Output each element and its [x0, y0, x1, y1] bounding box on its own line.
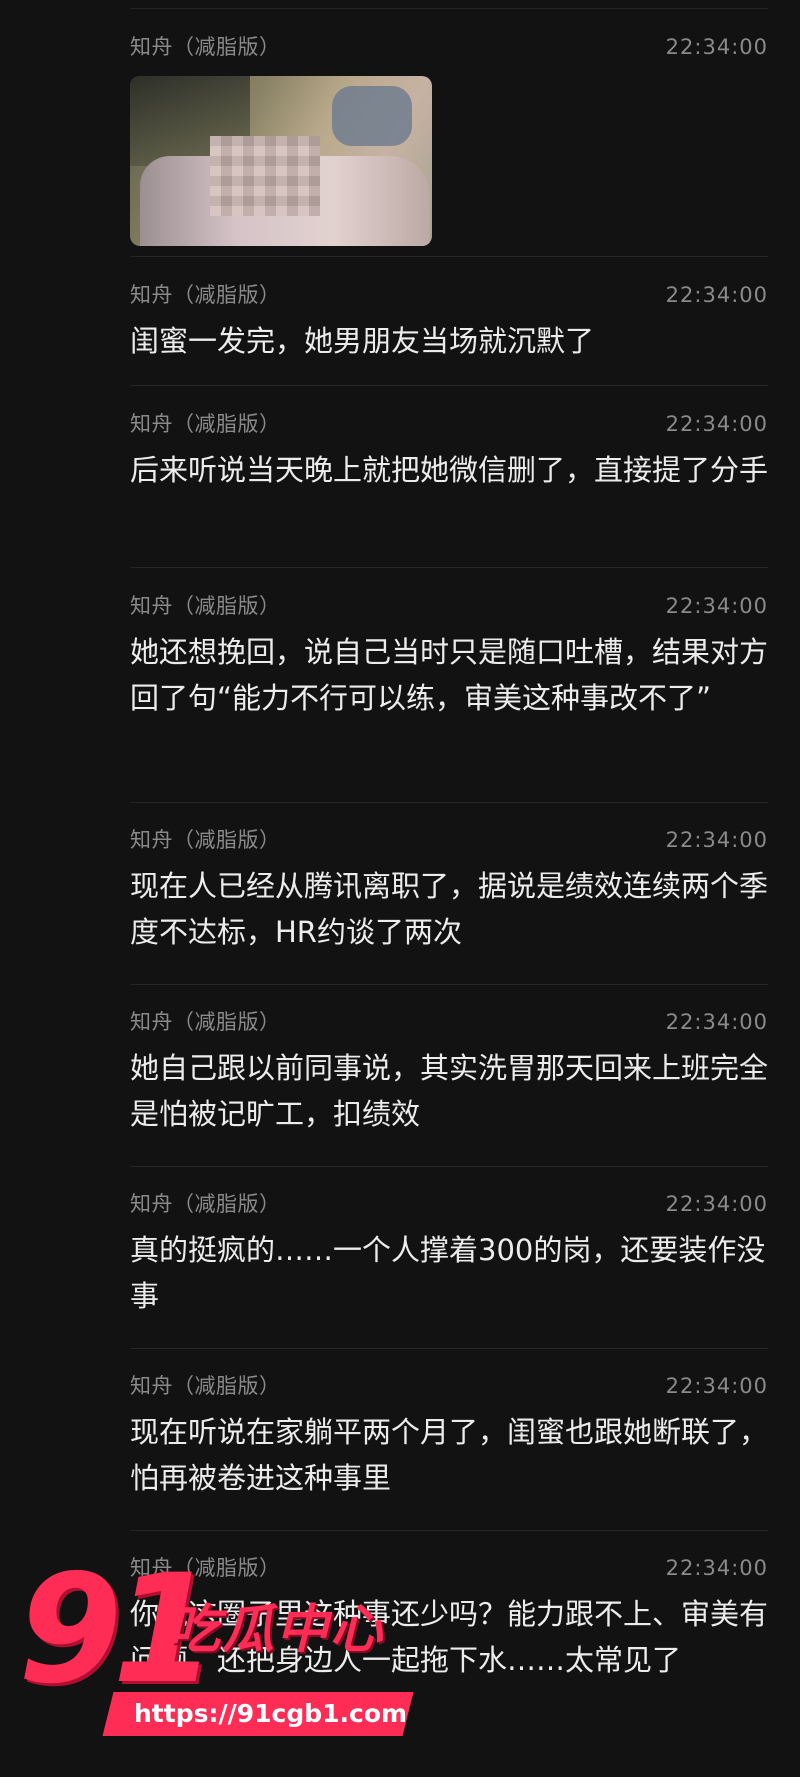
sender-name: 知舟（减脂版）: [130, 35, 281, 59]
message-time: 22:34:00: [665, 594, 768, 618]
chat-message: 知舟（减脂版） 22:34:00 后来听说当天晚上就把她微信删了，直接提了分手: [130, 407, 768, 493]
chat-message: 知舟（减脂版） 22:34:00 真的挺疯的……一个人撑着300的岗，还要装作没…: [130, 1187, 768, 1319]
message-text: 闺蜜一发完，她男朋友当场就沉默了: [130, 324, 595, 358]
sender-name: 知舟（减脂版）: [130, 828, 281, 852]
watermark-url-badge: https://91cgb1.com: [102, 1692, 414, 1736]
message-time: 22:34:00: [665, 1010, 768, 1034]
sender-name: 知舟（减脂版）: [130, 1192, 281, 1216]
chat-message: 知舟（减脂版） 22:34:00 闺蜜一发完，她男朋友当场就沉默了: [130, 278, 768, 364]
sender-name: 知舟（减脂版）: [130, 283, 281, 307]
watermark-url: https://91cgb1.com: [134, 1699, 408, 1728]
sender-name: 知舟（减脂版）: [130, 594, 281, 618]
sender-name: 知舟（减脂版）: [130, 1556, 281, 1580]
chat-message: 知舟（减脂版） 22:34:00 她还想挽回，说自己当时只是随口吐槽，结果对方回…: [130, 589, 768, 721]
divider: [130, 8, 768, 9]
chat-message: 知舟（减脂版） 22:34:00: [130, 30, 768, 246]
message-time: 22:34:00: [665, 1374, 768, 1398]
divider: [130, 1166, 768, 1167]
divider: [130, 1348, 768, 1349]
divider: [130, 256, 768, 257]
message-text: 她自己跟以前同事说，其实洗胃那天回来上班完全是怕被记旷工，扣绩效: [130, 1051, 769, 1131]
sender-name: 知舟（减脂版）: [130, 1374, 281, 1398]
message-time: 22:34:00: [665, 1192, 768, 1216]
divider: [130, 984, 768, 985]
message-text: 她还想挽回，说自己当时只是随口吐槽，结果对方回了句“能力不行可以练，审美这种事改…: [130, 635, 769, 715]
divider: [130, 802, 768, 803]
message-text: 你说这圈子里这种事还少吗？能力跟不上、审美有问题，还把身边人一起拖下水……太常见…: [130, 1597, 769, 1677]
message-time: 22:34:00: [665, 283, 768, 307]
message-text: 真的挺疯的……一个人撑着300的岗，还要装作没事: [130, 1233, 766, 1313]
divider: [130, 385, 768, 386]
sender-name: 知舟（减脂版）: [130, 412, 281, 436]
message-text: 后来听说当天晚上就把她微信删了，直接提了分手: [130, 453, 769, 487]
chat-message: 知舟（减脂版） 22:34:00 现在人已经从腾讯离职了，据说是绩效连续两个季度…: [130, 823, 768, 955]
sender-name: 知舟（减脂版）: [130, 1010, 281, 1034]
message-time: 22:34:00: [665, 828, 768, 852]
message-text: 现在人已经从腾讯离职了，据说是绩效连续两个季度不达标，HR约谈了两次: [130, 869, 769, 949]
divider: [130, 1530, 768, 1531]
divider: [130, 567, 768, 568]
message-time: 22:34:00: [665, 1556, 768, 1580]
message-time: 22:34:00: [665, 412, 768, 436]
chat-message: 知舟（减脂版） 22:34:00 她自己跟以前同事说，其实洗胃那天回来上班完全是…: [130, 1005, 768, 1137]
message-time: 22:34:00: [665, 35, 768, 59]
chat-message: 知舟（减脂版） 22:34:00 你说这圈子里这种事还少吗？能力跟不上、审美有问…: [130, 1551, 768, 1683]
message-image[interactable]: [130, 76, 432, 246]
message-text: 现在听说在家躺平两个月了，闺蜜也跟她断联了，怕再被卷进这种事里: [130, 1415, 769, 1495]
chat-message: 知舟（减脂版） 22:34:00 现在听说在家躺平两个月了，闺蜜也跟她断联了，怕…: [130, 1369, 768, 1501]
